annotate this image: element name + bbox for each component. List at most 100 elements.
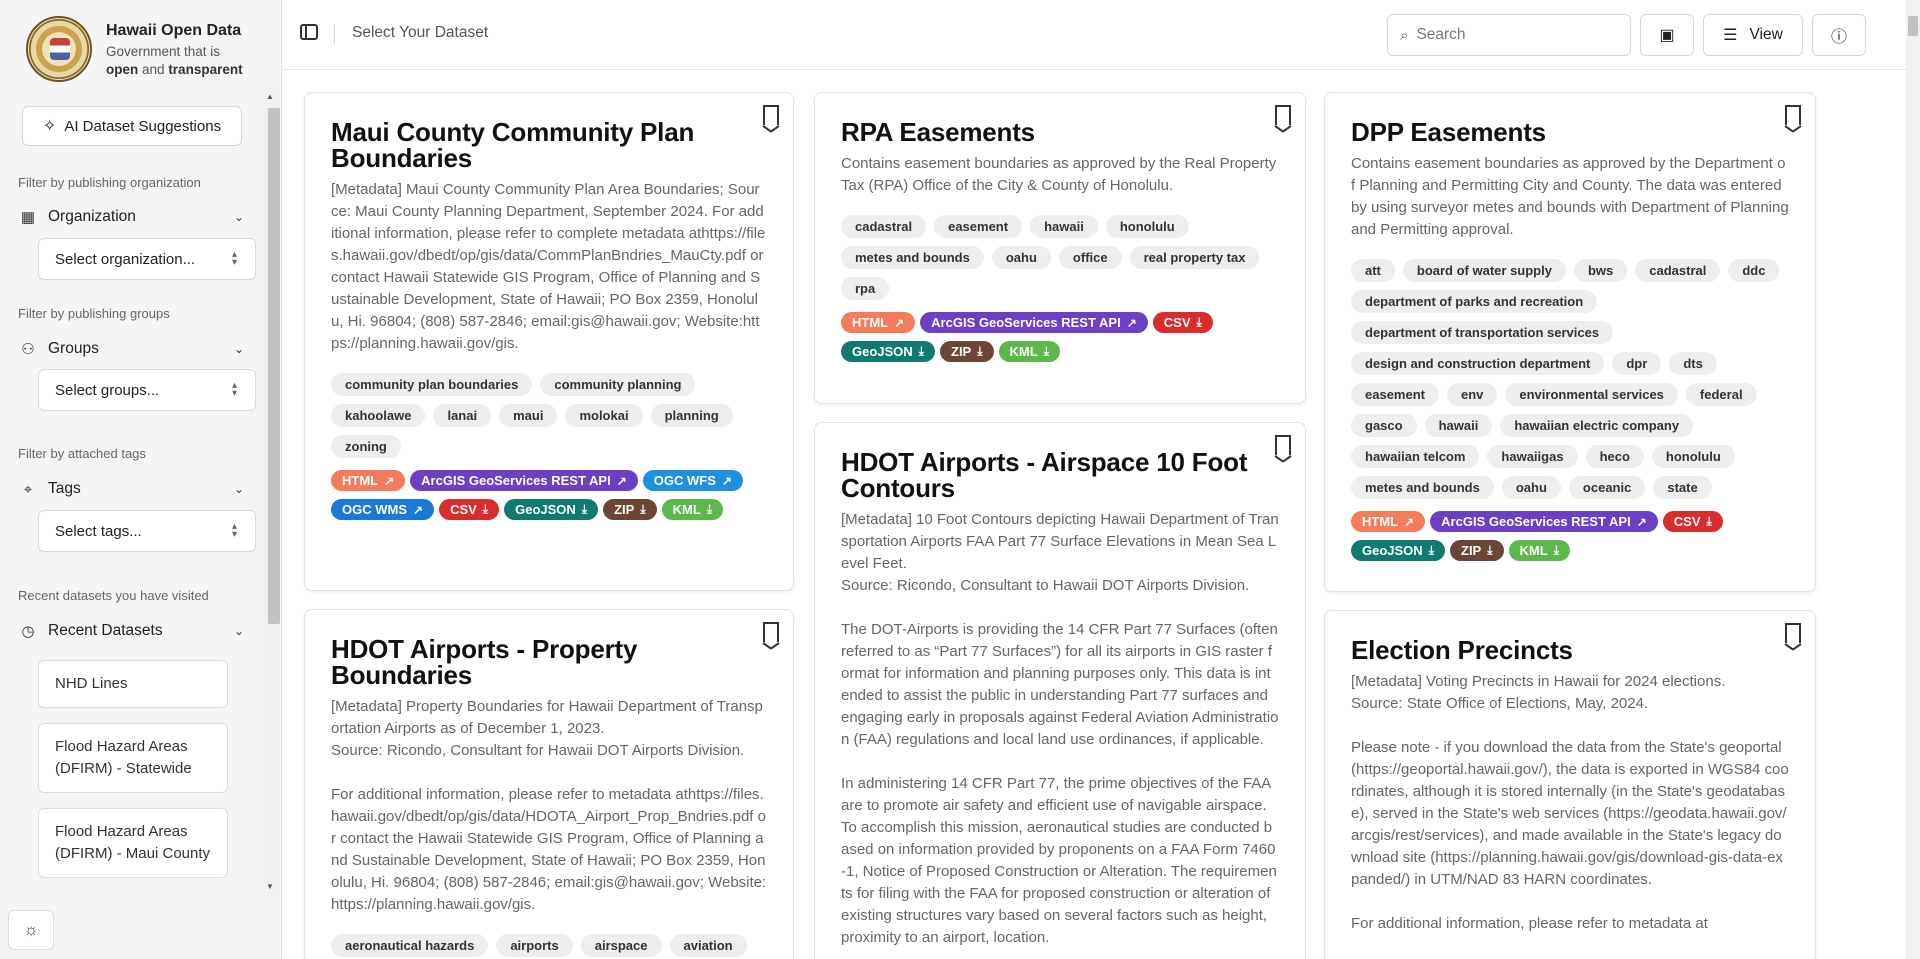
recent-item[interactable]: Flood Hazard Areas (DFIRM) - Statewide — [38, 723, 228, 793]
format-badge[interactable]: ZIP ⤓ — [940, 341, 994, 362]
search-input[interactable] — [1416, 26, 1607, 44]
tag-chip[interactable]: cadastral — [1635, 259, 1721, 282]
scroll-down-arrow-icon[interactable]: ▼ — [266, 882, 274, 891]
tag-chip[interactable]: kahoolawe — [331, 404, 426, 427]
format-badge[interactable]: HTML ↗ — [1351, 511, 1426, 532]
tag-chip[interactable]: department of transportation services — [1351, 321, 1614, 344]
bookmark-icon[interactable] — [1785, 105, 1801, 125]
search-box[interactable]: ⌕ — [1387, 14, 1631, 56]
groups-select[interactable]: Select groups... ▴ ▾ — [38, 369, 256, 411]
tag-chip[interactable]: aviation — [669, 934, 747, 957]
format-badge[interactable]: HTML ↗ — [331, 470, 406, 491]
tag-chip[interactable]: cadastral — [841, 215, 927, 238]
bookmark-icon[interactable] — [763, 622, 779, 642]
tag-chip[interactable]: community plan boundaries — [331, 373, 533, 396]
format-badge[interactable]: CSV ⤓ — [1662, 511, 1723, 532]
tag-chip[interactable]: planning — [650, 404, 733, 427]
dataset-title[interactable]: DPP Easements — [1351, 119, 1767, 145]
format-badge[interactable]: KML ⤓ — [998, 341, 1061, 362]
recent-item[interactable]: NHD Lines — [38, 660, 228, 708]
tag-chip[interactable]: airports — [496, 934, 573, 957]
tag-chip[interactable]: design and construction department — [1351, 352, 1605, 375]
tag-chip[interactable]: lanai — [433, 404, 492, 427]
bookmark-icon[interactable] — [1275, 435, 1291, 455]
tag-chip[interactable]: oahu — [1501, 476, 1561, 499]
dataset-title[interactable]: HDOT Airports - Airspace 10 Foot Contour… — [841, 449, 1257, 501]
ai-suggestions-button[interactable]: ✧ AI Dataset Suggestions — [22, 106, 242, 146]
format-badge[interactable]: ArcGIS GeoServices REST API ↗ — [410, 470, 638, 491]
tag-chip[interactable]: hawaiian telcom — [1351, 445, 1480, 468]
format-badge[interactable]: OGC WFS ↗ — [642, 470, 743, 491]
help-button[interactable]: ⓘ — [1812, 14, 1866, 56]
format-badge[interactable]: HTML ↗ — [841, 312, 916, 333]
format-badge[interactable]: KML ⤓ — [1508, 540, 1571, 561]
bookmark-icon[interactable] — [1275, 105, 1291, 125]
dataset-card[interactable]: DPP Easements Contains easement boundarie… — [1324, 92, 1816, 592]
tag-chip[interactable]: federal — [1685, 383, 1757, 406]
tag-chip[interactable]: oahu — [991, 246, 1051, 269]
groups-filter-toggle[interactable]: ⚇ Groups ⌄ — [18, 335, 244, 363]
org-filter-toggle[interactable]: ▦ Organization ⌄ — [18, 203, 244, 231]
format-badge[interactable]: GeoJSON ⤓ — [841, 341, 935, 362]
tag-chip[interactable]: metes and bounds — [1351, 476, 1494, 499]
tag-chip[interactable]: rpa — [841, 277, 890, 300]
bookmark-icon[interactable] — [763, 105, 779, 125]
page-scrollbar-thumb[interactable] — [1908, 16, 1918, 36]
sidebar-toggle-icon[interactable] — [300, 24, 318, 40]
dataset-card[interactable]: Election Precincts [Metadata] Voting Prec… — [1324, 610, 1816, 959]
sidebar-scrollbar-thumb[interactable] — [268, 108, 280, 624]
format-badge[interactable]: CSV ⤓ — [1152, 312, 1213, 333]
organization-select[interactable]: Select organization... ▴ ▾ — [38, 238, 256, 280]
recent-datasets-toggle[interactable]: ◷ Recent Datasets ⌄ — [18, 617, 244, 645]
format-badge[interactable]: ArcGIS GeoServices REST API ↗ — [920, 312, 1148, 333]
tag-chip[interactable]: office — [1058, 246, 1122, 269]
tag-chip[interactable]: aeronautical hazards — [331, 934, 489, 957]
format-badge[interactable]: GeoJSON ⤓ — [504, 499, 599, 520]
tag-chip[interactable]: gasco — [1351, 414, 1417, 437]
tag-chip[interactable]: dts — [1669, 352, 1717, 375]
tags-select[interactable]: Select tags... ▴ ▾ — [38, 510, 256, 552]
tag-chip[interactable]: easement — [934, 215, 1023, 238]
format-badge[interactable]: CSV ⤓ — [439, 499, 500, 520]
calendar-button[interactable]: ▣ — [1640, 14, 1694, 56]
tag-chip[interactable]: env — [1446, 383, 1498, 406]
format-badge[interactable]: GeoJSON ⤓ — [1351, 540, 1445, 561]
page-scrollbar[interactable] — [1906, 0, 1920, 959]
tag-chip[interactable]: environmental services — [1505, 383, 1678, 406]
dataset-card[interactable]: HDOT Airports - Airspace 10 Foot Contour… — [814, 422, 1306, 959]
tag-chip[interactable]: maui — [499, 404, 558, 427]
brand[interactable]: Hawaii Open Data Government that is open… — [26, 16, 246, 82]
tag-chip[interactable]: zoning — [331, 435, 401, 458]
tags-filter-toggle[interactable]: ⌖ Tags ⌄ — [18, 475, 244, 503]
tag-chip[interactable]: board of water supply — [1402, 259, 1566, 282]
dataset-card[interactable]: RPA Easements Contains easement boundarie… — [814, 92, 1306, 404]
tag-chip[interactable]: easement — [1351, 383, 1439, 406]
dataset-title[interactable]: RPA Easements — [841, 119, 1257, 145]
recent-item[interactable]: Flood Hazard Areas (DFIRM) - Maui County — [38, 808, 228, 878]
dataset-title[interactable]: Election Precincts — [1351, 637, 1767, 663]
format-badge[interactable]: OGC WMS ↗ — [331, 499, 435, 520]
format-badge[interactable]: ArcGIS GeoServices REST API ↗ — [1430, 511, 1658, 532]
tag-chip[interactable]: honolulu — [1105, 215, 1189, 238]
tag-chip[interactable]: real property tax — [1129, 246, 1260, 269]
tag-chip[interactable]: ddc — [1728, 259, 1780, 282]
tag-chip[interactable]: metes and bounds — [841, 246, 984, 269]
scroll-up-arrow-icon[interactable]: ▲ — [266, 92, 274, 101]
dataset-title[interactable]: HDOT Airports - Property Boundaries — [331, 636, 745, 688]
tag-chip[interactable]: hawaii — [1424, 414, 1493, 437]
tag-chip[interactable]: hawaiian electric company — [1500, 414, 1694, 437]
tag-chip[interactable]: molokai — [565, 404, 643, 427]
tag-chip[interactable]: dpr — [1612, 352, 1662, 375]
tag-chip[interactable]: hawaii — [1030, 215, 1098, 238]
dataset-card[interactable]: Maui County Community Plan Boundaries [Me… — [304, 92, 794, 591]
tag-chip[interactable]: oceanic — [1568, 476, 1646, 499]
tag-chip[interactable]: airspace — [580, 934, 662, 957]
tag-chip[interactable]: hawaiigas — [1487, 445, 1578, 468]
theme-toggle-button[interactable]: ☼ — [8, 910, 54, 950]
format-badge[interactable]: KML ⤓ — [661, 499, 724, 520]
tag-chip[interactable]: honolulu — [1651, 445, 1735, 468]
dataset-card[interactable]: HDOT Airports - Property Boundaries [Meta… — [304, 609, 794, 959]
format-badge[interactable]: ZIP ⤓ — [1450, 540, 1504, 561]
bookmark-icon[interactable] — [1785, 623, 1801, 643]
dataset-title[interactable]: Maui County Community Plan Boundaries — [331, 119, 745, 171]
